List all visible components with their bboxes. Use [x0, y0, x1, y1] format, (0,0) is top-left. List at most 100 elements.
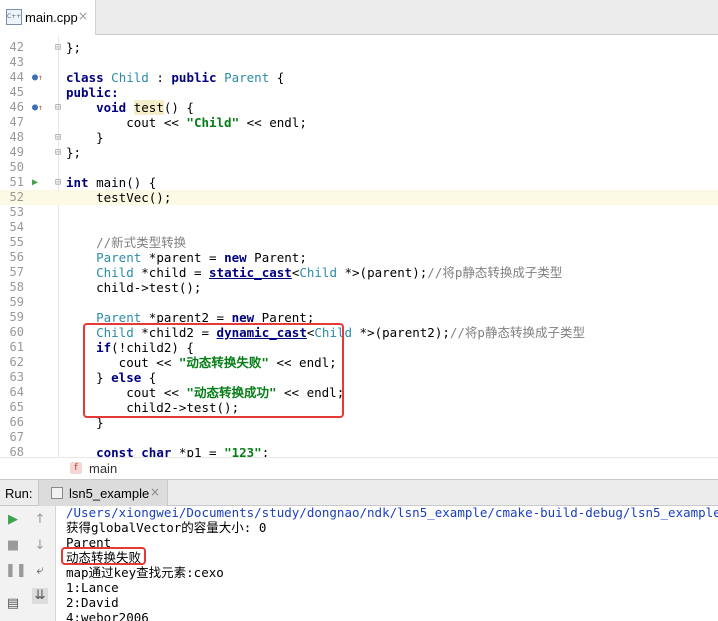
- code-token: Parent: [96, 250, 142, 265]
- code-token: ;: [261, 445, 270, 457]
- override-marker-icon[interactable]: ●↑: [32, 72, 43, 83]
- scroll-to-end-icon[interactable]: ⇊: [32, 588, 48, 604]
- breadcrumb: f main: [0, 457, 718, 479]
- code-token: char: [141, 445, 172, 457]
- code-token: Child: [299, 265, 337, 280]
- cpp-file-icon: C++: [6, 9, 22, 25]
- code-line[interactable]: 67: [0, 430, 718, 445]
- run-tab-close-icon[interactable]: ×: [150, 485, 160, 499]
- code-line[interactable]: 42 ⊟};: [0, 40, 718, 55]
- run-gutter-icon[interactable]: ▶: [32, 177, 43, 188]
- code-text: public:: [66, 85, 119, 100]
- console-line: 4:webor2006: [66, 610, 149, 621]
- code-line[interactable]: 56 Parent *parent = new Parent;: [0, 250, 718, 265]
- code-line[interactable]: 54: [0, 220, 718, 235]
- code-token: Child: [96, 265, 134, 280]
- code-token: {: [269, 70, 285, 85]
- code-token: public:: [66, 85, 119, 100]
- code-line[interactable]: 57 Child *child = static_cast<Child *>(p…: [0, 265, 718, 280]
- line-number: 52: [9, 190, 24, 204]
- code-token: :: [148, 70, 172, 85]
- tab-close-icon[interactable]: ×: [78, 9, 88, 23]
- code-token: Child: [111, 70, 149, 85]
- scroll-down-icon[interactable]: ↓: [32, 538, 48, 554]
- fold-icon[interactable]: ⊟: [55, 100, 61, 115]
- code-line[interactable]: 47 cout << "Child" << endl;: [0, 115, 718, 130]
- run-panel-header: Run: lsn5_example ×: [0, 479, 718, 506]
- function-icon: f: [70, 462, 82, 474]
- run-tab-lsn5-example[interactable]: lsn5_example ×: [38, 480, 168, 506]
- fold-icon[interactable]: ⊟: [55, 175, 61, 190]
- line-number: 63: [9, 370, 24, 384]
- run-toolbar: ▶ ↑ ■ ↓ ❚❚ ⤶ ▤ ⇊: [0, 506, 56, 621]
- line-number: 48: [9, 130, 24, 144]
- console-line: 1:Lance: [66, 580, 119, 595]
- code-line[interactable]: 50: [0, 160, 718, 175]
- console-line: map通过key查找元素:cexo: [66, 565, 224, 580]
- code-token: }: [66, 130, 104, 145]
- code-text: }: [66, 130, 104, 145]
- highlight-box-if-block: [83, 323, 344, 418]
- line-number: 66: [9, 415, 24, 429]
- code-line[interactable]: 51 ▶ ⊟ int main() {: [0, 175, 718, 190]
- fold-icon[interactable]: ⊟: [55, 40, 61, 55]
- console-executable-path[interactable]: /Users/xiongwei/Documents/study/dongnao/…: [66, 506, 718, 520]
- pause-icon[interactable]: ❚❚: [5, 563, 27, 579]
- code-token: class: [66, 70, 104, 85]
- code-line[interactable]: 59: [0, 295, 718, 310]
- code-token: Parent;: [246, 250, 307, 265]
- code-token: main() {: [88, 175, 157, 190]
- code-token: };: [66, 40, 82, 55]
- code-line[interactable]: 58 child->test();: [0, 280, 718, 295]
- code-token: static_cast: [209, 265, 292, 280]
- code-token: *>(parent2);: [352, 325, 450, 340]
- code-token: *p1 =: [171, 445, 225, 457]
- stop-icon[interactable]: ■: [5, 538, 21, 554]
- override-marker-icon[interactable]: ●↑: [32, 102, 43, 113]
- line-number: 60: [9, 325, 24, 339]
- code-line[interactable]: 52 testVec();: [0, 190, 718, 205]
- code-token: //新式类型转换: [96, 235, 187, 250]
- code-line[interactable]: 43: [0, 55, 718, 70]
- line-number: 49: [9, 145, 24, 159]
- code-text: void test() {: [66, 100, 194, 115]
- line-number: 43: [9, 55, 24, 69]
- code-token: Parent: [224, 70, 270, 85]
- soft-wrap-icon[interactable]: ⤶: [32, 563, 48, 579]
- code-line[interactable]: 48 ⊟ }: [0, 130, 718, 145]
- code-token: const: [96, 445, 134, 457]
- code-token: child->test();: [66, 280, 202, 295]
- line-number: 59: [9, 295, 24, 309]
- code-token: cout <<: [66, 115, 187, 130]
- code-token: << endl;: [239, 115, 307, 130]
- scroll-up-icon[interactable]: ↑: [32, 512, 48, 528]
- code-token: int: [66, 175, 89, 190]
- code-token: testVec();: [66, 190, 172, 205]
- code-token: //将p静态转换成子类型: [427, 265, 563, 280]
- run-console-output[interactable]: /Users/xiongwei/Documents/study/dongnao/…: [57, 506, 718, 621]
- line-number: 67: [9, 430, 24, 444]
- code-line[interactable]: 53: [0, 205, 718, 220]
- fold-icon[interactable]: ⊟: [55, 145, 61, 160]
- fold-icon[interactable]: ⊟: [55, 130, 61, 145]
- line-number: 56: [9, 250, 24, 264]
- code-line[interactable]: 49 ⊟};: [0, 145, 718, 160]
- code-line[interactable]: 46 ●↑ ⊟ void test() {: [0, 100, 718, 115]
- editor-tab-bar: C++ main.cpp ×: [0, 0, 718, 35]
- code-line[interactable]: 44 ●↑ class Child : public Parent {: [0, 70, 718, 85]
- rerun-icon[interactable]: ▶: [5, 512, 21, 528]
- breadcrumb-function[interactable]: main: [89, 461, 117, 476]
- line-number: 68: [9, 445, 24, 457]
- layout-icon[interactable]: ▤: [5, 596, 21, 612]
- code-text: cout << "Child" << endl;: [66, 115, 307, 130]
- line-number: 42: [9, 40, 24, 54]
- code-line[interactable]: 45 public:: [0, 85, 718, 100]
- line-number: 57: [9, 265, 24, 279]
- code-line[interactable]: 55 //新式类型转换: [0, 235, 718, 250]
- line-number: 61: [9, 340, 24, 354]
- code-line[interactable]: 68 const char *p1 = "123";: [0, 445, 718, 457]
- tab-main-cpp[interactable]: C++ main.cpp ×: [0, 0, 96, 35]
